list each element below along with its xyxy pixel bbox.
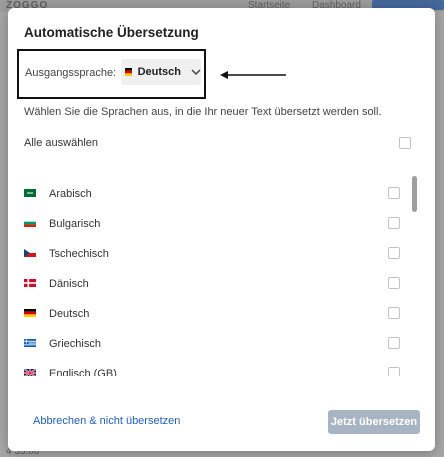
language-checkbox[interactable] xyxy=(388,367,400,376)
source-language-select[interactable]: Deutsch xyxy=(121,59,201,85)
language-label: Deutsch xyxy=(49,308,90,320)
language-checkbox[interactable] xyxy=(388,307,400,319)
language-label: Griechisch xyxy=(49,338,101,350)
list-item-deutsch[interactable]: Deutsch xyxy=(16,300,416,330)
flag-gr-icon xyxy=(24,339,36,347)
language-label: Arabisch xyxy=(49,188,92,200)
language-label: Bulgarisch xyxy=(49,218,101,230)
language-checkbox[interactable] xyxy=(388,337,400,349)
select-all-checkbox[interactable] xyxy=(399,137,411,149)
instruction-text: Wählen Sie die Sprachen aus, in die Ihr … xyxy=(24,106,382,118)
chevron-down-icon xyxy=(191,68,201,76)
flag-de-icon xyxy=(24,309,36,317)
source-language-label: Ausgangssprache: xyxy=(25,67,117,79)
source-language-value: Deutsch xyxy=(137,66,181,78)
source-language-highlight: Ausgangssprache: Deutsch xyxy=(17,49,206,99)
list-item-tschechisch[interactable]: Tschechisch xyxy=(16,240,416,270)
dialog-title: Automatische Übersetzung xyxy=(24,25,199,40)
auto-translate-dialog: Automatische Übersetzung Ausgangssprache… xyxy=(8,8,435,451)
flag-dk-icon xyxy=(24,279,36,287)
language-checkbox[interactable] xyxy=(388,217,400,229)
flag-de-icon xyxy=(125,68,132,76)
flag-gb-icon xyxy=(24,369,36,376)
language-label: Englisch (GB) xyxy=(49,368,117,376)
flag-sa-icon xyxy=(24,189,36,197)
language-list-scrollbar[interactable] xyxy=(412,176,417,212)
cancel-link[interactable]: Abbrechen & nicht übersetzen xyxy=(33,415,180,427)
language-list: Arabisch Bulgarisch Tschechisch Dänisch … xyxy=(16,170,424,376)
language-label: Dänisch xyxy=(49,278,89,290)
language-checkbox[interactable] xyxy=(388,247,400,259)
language-label: Tschechisch xyxy=(49,248,109,260)
flag-bg-icon xyxy=(24,219,36,227)
translate-now-button[interactable]: Jetzt übersetzen xyxy=(328,410,420,434)
arrow-left-icon xyxy=(220,71,286,79)
select-all-label: Alle auswählen xyxy=(24,137,98,149)
list-item-bulgarisch[interactable]: Bulgarisch xyxy=(16,210,416,240)
list-item-englisch-gb[interactable]: Englisch (GB) xyxy=(16,360,416,376)
list-item-arabisch[interactable]: Arabisch xyxy=(16,180,416,210)
list-item-daenisch[interactable]: Dänisch xyxy=(16,270,416,300)
language-checkbox[interactable] xyxy=(388,187,400,199)
list-item-griechisch[interactable]: Griechisch xyxy=(16,330,416,360)
flag-cz-icon xyxy=(24,249,36,257)
language-checkbox[interactable] xyxy=(388,277,400,289)
